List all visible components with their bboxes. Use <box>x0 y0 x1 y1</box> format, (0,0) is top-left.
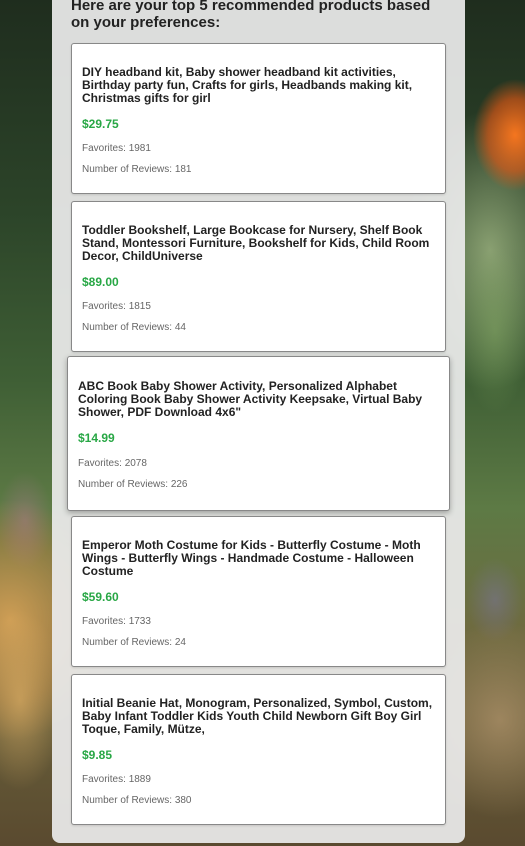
recommendations-heading: Here are your top 5 recommended products… <box>71 0 431 31</box>
product-price: $59.60 <box>82 590 119 604</box>
product-card[interactable]: Emperor Moth Costume for Kids - Butterfl… <box>71 516 446 667</box>
background-scenery-right <box>465 0 525 846</box>
product-favorites: Favorites: 1981 <box>82 143 151 154</box>
product-reviews: Number of Reviews: 44 <box>82 322 186 333</box>
product-card[interactable]: Toddler Bookshelf, Large Bookcase for Nu… <box>71 201 446 352</box>
product-title[interactable]: Initial Beanie Hat, Monogram, Personaliz… <box>82 697 435 736</box>
product-reviews: Number of Reviews: 24 <box>82 637 186 648</box>
product-reviews: Number of Reviews: 226 <box>78 479 188 490</box>
product-price: $89.00 <box>82 275 119 289</box>
product-card[interactable]: DIY headband kit, Baby shower headband k… <box>71 43 446 194</box>
product-reviews: Number of Reviews: 380 <box>82 795 192 806</box>
product-price: $29.75 <box>82 117 119 131</box>
product-title[interactable]: ABC Book Baby Shower Activity, Personali… <box>78 380 439 419</box>
product-reviews: Number of Reviews: 181 <box>82 164 192 175</box>
product-favorites: Favorites: 1889 <box>82 774 151 785</box>
product-title[interactable]: DIY headband kit, Baby shower headband k… <box>82 66 435 105</box>
product-price: $9.85 <box>82 748 113 762</box>
product-title[interactable]: Emperor Moth Costume for Kids - Butterfl… <box>82 539 435 578</box>
product-favorites: Favorites: 1733 <box>82 616 151 627</box>
product-favorites: Favorites: 1815 <box>82 301 151 312</box>
product-favorites: Favorites: 2078 <box>78 458 147 469</box>
product-card[interactable]: ABC Book Baby Shower Activity, Personali… <box>67 356 450 511</box>
product-price: $14.99 <box>78 431 115 445</box>
product-card[interactable]: Initial Beanie Hat, Monogram, Personaliz… <box>71 674 446 825</box>
product-title[interactable]: Toddler Bookshelf, Large Bookcase for Nu… <box>82 224 435 263</box>
background-scenery-left <box>0 0 52 846</box>
